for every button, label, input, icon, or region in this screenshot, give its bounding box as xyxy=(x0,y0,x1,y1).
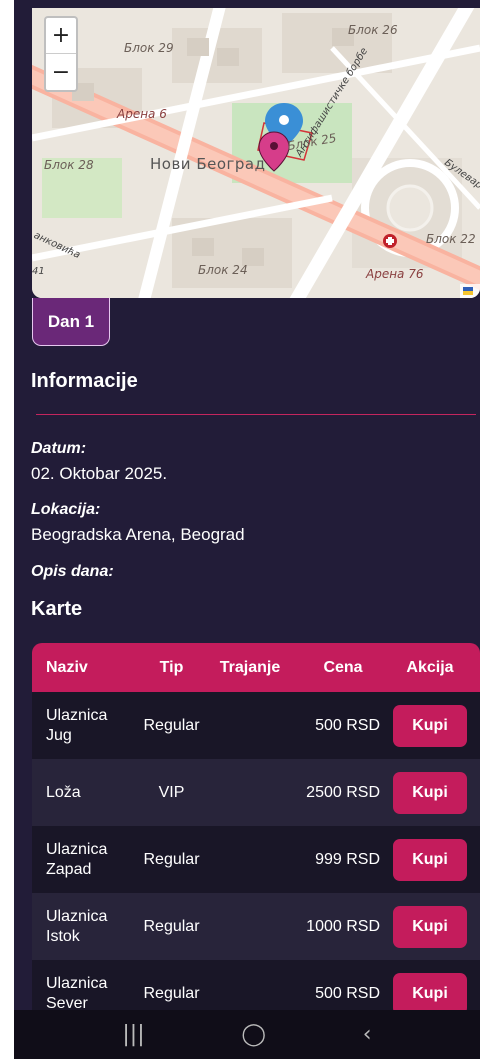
map-zoom-control: + − xyxy=(44,16,78,92)
tab-dan-1[interactable]: Dan 1 xyxy=(32,298,110,346)
column-header-akcija: Akcija xyxy=(406,658,454,676)
map-label-arena6: Арена 6 xyxy=(117,107,167,121)
app-screen: Блок 29 Блок 26 Блок 28 Блок 24 Блок 22 … xyxy=(14,0,480,1059)
ticket-type: Regular xyxy=(143,716,200,734)
ticket-name: Ulaznica Zapad xyxy=(46,840,108,878)
tickets-table: Naziv Tip Trajanje Cena Akcija Ulaznica J… xyxy=(32,643,480,1043)
ticket-type: Regular xyxy=(143,850,200,868)
ticket-name: Ulaznica Jug xyxy=(46,706,108,744)
ticket-price: 999 RSD xyxy=(315,850,380,868)
buy-button[interactable]: Kupi xyxy=(393,771,467,814)
table-row: Ulaznica Istok Regular 1000 RSD Kupi xyxy=(32,893,480,960)
zoom-in-button[interactable]: + xyxy=(46,18,76,54)
ticket-price: 500 RSD xyxy=(315,716,380,734)
buy-button[interactable]: Kupi xyxy=(393,838,467,881)
system-navigation-bar: ||| ◯ ‹ xyxy=(14,1010,480,1059)
map-label-novi-beograd: Нови Београд xyxy=(150,155,266,173)
date-value: 02. Oktobar 2025. xyxy=(31,464,168,483)
zoom-out-button[interactable]: − xyxy=(46,54,76,90)
table-row: Ulaznica Zapad Regular 999 RSD Kupi xyxy=(32,826,480,893)
map-label-blok26: Блок 26 xyxy=(348,23,398,37)
location-value: Beogradska Arena, Beograd xyxy=(31,525,245,544)
ticket-price: 1000 RSD xyxy=(306,917,380,935)
buy-button[interactable]: Kupi xyxy=(393,704,467,747)
ticket-name: Loža xyxy=(46,783,81,801)
home-icon[interactable]: ◯ xyxy=(241,1022,266,1047)
column-header-naziv: Naziv xyxy=(46,658,88,676)
location-label: Lokacija: xyxy=(31,501,101,518)
buy-button[interactable]: Kupi xyxy=(393,972,467,1015)
tickets-title: Karte xyxy=(31,598,83,620)
description-label: Opis dana: xyxy=(31,563,114,580)
info-divider xyxy=(36,414,476,415)
event-map[interactable]: Блок 29 Блок 26 Блок 28 Блок 24 Блок 22 … xyxy=(32,8,480,298)
column-header-cena: Cena xyxy=(323,658,363,676)
ticket-price: 2500 RSD xyxy=(306,783,380,801)
ticket-type: Regular xyxy=(143,984,200,1002)
table-row: Ulaznica Jug Regular 500 RSD Kupi xyxy=(32,692,480,759)
map-label-blok28: Блок 28 xyxy=(44,158,94,172)
map-attribution[interactable] xyxy=(460,284,480,298)
ticket-name: Ulaznica Sever xyxy=(46,974,108,1012)
ticket-type: VIP xyxy=(158,783,185,801)
map-label-blok22: Блок 22 xyxy=(426,232,476,246)
map-label-41: 41 xyxy=(32,266,45,277)
info-title: Informacije xyxy=(31,370,138,392)
recents-icon[interactable]: ||| xyxy=(122,1022,144,1047)
buy-button[interactable]: Kupi xyxy=(393,905,467,948)
column-header-tip: Tip xyxy=(159,658,184,676)
back-icon[interactable]: ‹ xyxy=(363,1022,372,1047)
date-label: Datum: xyxy=(31,440,87,457)
ticket-price: 500 RSD xyxy=(315,984,380,1002)
map-label-arena76: Арена 76 xyxy=(366,267,424,281)
column-header-trajanje: Trajanje xyxy=(219,658,281,676)
map-tiles xyxy=(32,8,480,298)
map-label-blok24: Блок 24 xyxy=(198,263,248,277)
table-header: Naziv Tip Trajanje Cena Akcija xyxy=(32,643,480,692)
ticket-type: Regular xyxy=(143,917,200,935)
ticket-name: Ulaznica Istok xyxy=(46,907,108,945)
table-row: Loža VIP 2500 RSD Kupi xyxy=(32,759,480,826)
map-label-blok29: Блок 29 xyxy=(124,41,174,55)
